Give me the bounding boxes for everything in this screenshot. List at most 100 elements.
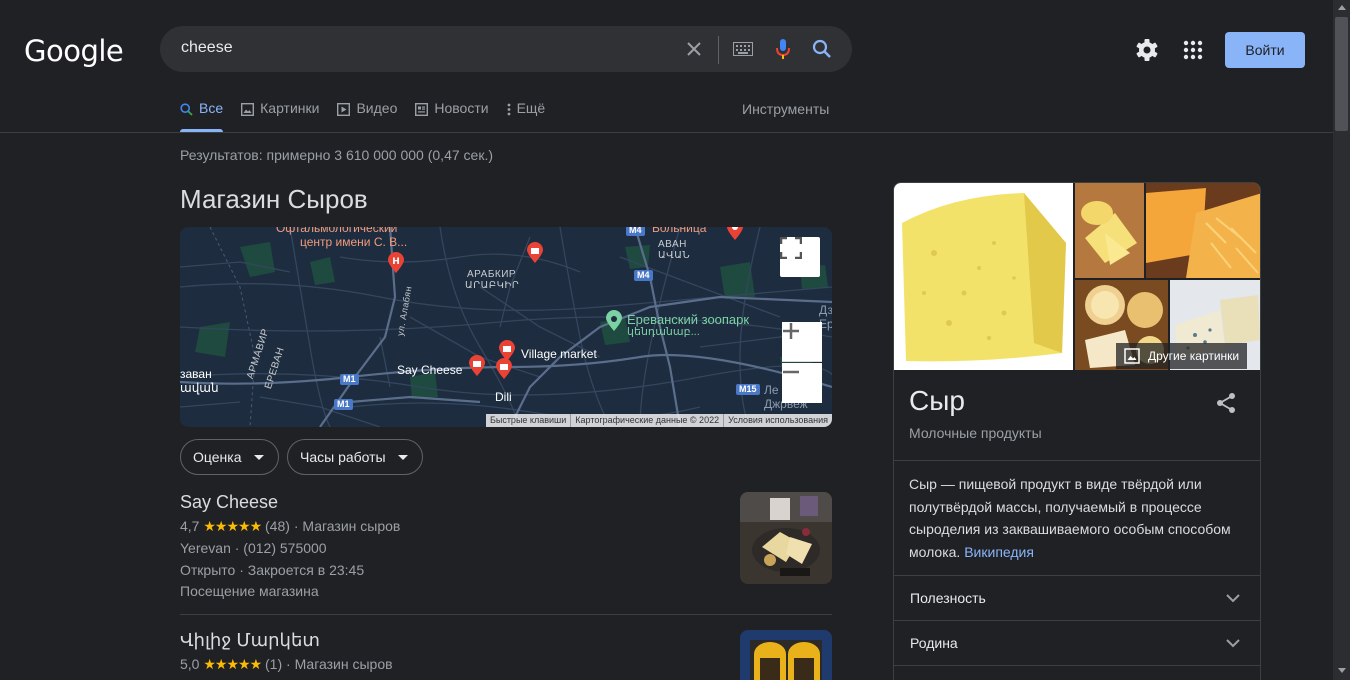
place-listing[interactable]: Say Cheese 4,7 ★★★★★ (48) · Магазин сыро… — [180, 492, 832, 601]
result-stats: Результатов: примерно 3 610 000 000 (0,4… — [180, 147, 493, 163]
scroll-down-arrow-icon[interactable] — [1338, 668, 1346, 673]
tab-label: Все — [199, 100, 224, 116]
accordion-usefulness[interactable]: Полезность — [894, 576, 1260, 620]
search-box[interactable]: cheese — [160, 26, 852, 72]
rating-stars-icon: ★★★★★ — [203, 656, 262, 672]
hospital-pin-icon[interactable]: H — [387, 252, 405, 274]
road-badge-m4: M4 — [626, 227, 645, 236]
scrollbar-thumb[interactable] — [1335, 17, 1348, 131]
knowledge-panel-images: Другие картинки — [894, 183, 1260, 370]
svg-text:H: H — [392, 257, 400, 267]
chip-label: Оценка — [193, 449, 242, 465]
search-divider — [718, 36, 719, 64]
map-label-say-cheese[interactable]: Say Cheese — [397, 363, 462, 377]
chevron-down-icon — [397, 454, 408, 460]
image-icon — [1124, 348, 1140, 364]
login-button[interactable]: Войти — [1225, 32, 1305, 68]
tab-all[interactable]: Все — [180, 100, 224, 132]
tab-news[interactable]: Новости — [415, 100, 489, 132]
zoo-pin-icon[interactable] — [605, 310, 623, 332]
map-shortcuts-link[interactable]: Быстрые клавиши — [486, 414, 570, 427]
zoom-in-button[interactable] — [782, 322, 822, 362]
settings-gear-icon[interactable] — [1134, 37, 1160, 63]
place-thumbnail[interactable] — [740, 492, 832, 584]
place-hours: Открыто · Закроется в 23:45 — [180, 562, 365, 578]
map-label-zoo-arm: կենդանաբ... — [627, 326, 700, 338]
dot-separator: · — [286, 656, 295, 672]
filter-hours-chip[interactable]: Часы работы — [287, 439, 423, 475]
clear-icon[interactable] — [682, 37, 706, 61]
map-label-avan: АВАН — [658, 239, 687, 250]
shop-pin-icon[interactable] — [468, 355, 486, 377]
accordion-origin[interactable]: Родина — [894, 621, 1260, 665]
filter-rating-chip[interactable]: Оценка — [180, 439, 279, 475]
apps-grid-icon[interactable] — [1180, 37, 1206, 63]
map-label-ophthalm2: центр имени С. В... — [300, 235, 408, 249]
tab-label: Ещё — [516, 100, 546, 116]
knowledge-panel-subtitle: Молочные продукты — [909, 425, 1042, 441]
map-label-avan-arm: ԱՎԱՆ — [658, 250, 691, 261]
local-results-title[interactable]: Магазин Сыров — [180, 184, 368, 215]
tab-label: Картинки — [260, 100, 320, 116]
image-icon — [241, 103, 255, 116]
place-rating-line: 5,0 ★★★★★ (1) · Магазин сыров — [180, 653, 832, 675]
cheese-image[interactable] — [1146, 183, 1260, 278]
tab-label: Новости — [434, 100, 489, 116]
hospital-pin-icon[interactable] — [726, 227, 744, 241]
chevron-down-icon — [253, 454, 264, 460]
place-listing[interactable]: Վիլիջ Մարկետ 5,0 ★★★★★ (1) · Магазин сыр… — [180, 630, 832, 680]
road-badge-m1: M1 — [340, 374, 359, 385]
map-terms-link[interactable]: Условия использования — [723, 414, 832, 427]
road-badge-m15: M15 — [736, 384, 760, 395]
cheese-image[interactable] — [1075, 183, 1144, 278]
accordion-label: Полезность — [910, 590, 986, 606]
scroll-up-arrow-icon[interactable] — [1338, 5, 1346, 10]
place-address: Yerevan · (012) 575000 — [180, 540, 327, 556]
knowledge-panel-title: Сыр — [909, 385, 965, 416]
shop-pin-icon[interactable] — [526, 242, 544, 264]
shop-pin-icon[interactable] — [495, 358, 513, 380]
tab-more[interactable]: Ещё — [507, 100, 546, 132]
map-label-arabkir: АРАБКИР — [467, 269, 517, 280]
map-data-credit: Картографические данные © 2022 — [570, 414, 723, 427]
tab-video[interactable]: Видео — [337, 100, 397, 132]
header-divider — [0, 132, 1333, 133]
microphone-icon[interactable] — [771, 37, 795, 61]
knowledge-panel-divider — [894, 460, 1260, 461]
place-reviews: (1) — [265, 656, 283, 672]
knowledge-panel: Другие картинки Сыр Молочные продукты Сы… — [893, 182, 1261, 680]
share-icon[interactable] — [1214, 391, 1238, 415]
place-extra: Посещение магазина — [180, 583, 319, 599]
map-label-zavan-arm: ավան — [180, 381, 219, 395]
cheese-image[interactable] — [894, 183, 1073, 370]
map-footer: Быстрые клавиши Картографические данные … — [485, 414, 832, 427]
place-name[interactable]: Say Cheese — [180, 492, 832, 513]
wikipedia-link[interactable]: Википедия — [964, 544, 1034, 560]
search-icon[interactable] — [810, 37, 834, 61]
map-label-zavan: заван — [180, 367, 212, 381]
more-images-button[interactable]: Другие картинки — [1116, 343, 1248, 369]
chip-label: Часы работы — [300, 449, 386, 465]
listing-divider — [180, 614, 832, 615]
place-thumbnail[interactable] — [740, 630, 832, 680]
tools-button[interactable]: Инструменты — [742, 101, 829, 117]
tab-label: Видео — [356, 100, 398, 116]
map-label-dili[interactable]: Dili — [495, 390, 512, 404]
map-label-village-market[interactable]: Village market — [521, 347, 597, 361]
search-input[interactable]: cheese — [181, 39, 233, 57]
place-name[interactable]: Վիլիջ Մարկետ — [180, 630, 832, 651]
more-images-label: Другие картинки — [1148, 349, 1240, 363]
zoom-out-button[interactable] — [782, 363, 822, 403]
rating-stars-icon: ★★★★★ — [203, 518, 262, 534]
tab-images[interactable]: Картинки — [241, 100, 319, 132]
news-icon — [415, 103, 429, 116]
road-badge-m1: M1 — [334, 399, 353, 410]
fullscreen-button[interactable] — [780, 237, 820, 277]
keyboard-icon[interactable] — [731, 37, 755, 61]
place-category: Магазин сыров — [294, 656, 393, 672]
map[interactable]: Офтальмологический центр имени С. В... Б… — [180, 227, 832, 427]
map-label-arabkir-arm: ԱՐԱԲԿԻՐ — [465, 280, 520, 291]
search-icon — [180, 103, 193, 116]
road-badge-m4: M4 — [634, 270, 653, 281]
google-logo[interactable]: Google — [24, 34, 124, 68]
